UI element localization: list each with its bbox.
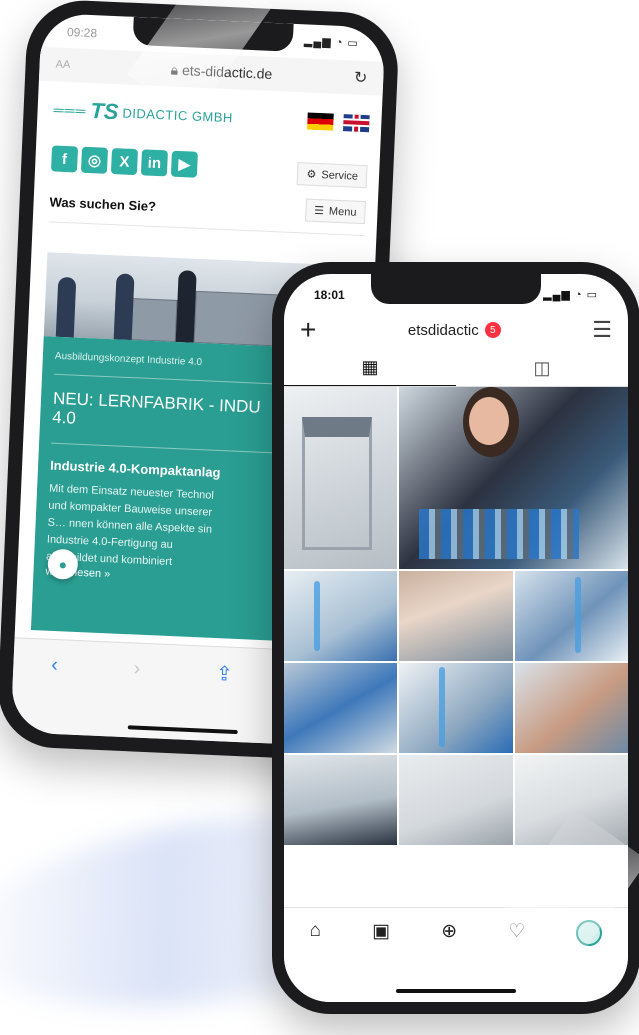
add-icon[interactable]: ⊕ bbox=[441, 920, 457, 943]
instagram-screen: 18:01 ▂▄▆ ◔ ▭ + etsdidactic 5 ☰ ▦ ◫ ⌂ ▣ … bbox=[284, 274, 628, 1002]
status-time: 09:28 bbox=[66, 24, 98, 41]
facebook-icon[interactable]: f bbox=[50, 145, 79, 173]
hero-person bbox=[55, 276, 77, 338]
photo-tube bbox=[574, 577, 581, 653]
logo-lines: ═══ bbox=[53, 101, 87, 119]
post-thumbnail[interactable] bbox=[284, 663, 398, 753]
share-icon[interactable]: ⇪ bbox=[215, 661, 233, 687]
profile-username[interactable]: etsdidactic 5 bbox=[408, 322, 501, 339]
back-icon[interactable]: ‹ bbox=[51, 654, 59, 677]
phone-notch bbox=[371, 274, 541, 304]
photo-tube bbox=[439, 667, 446, 747]
status-signal-icons: ▂▄▆ ◔ ▭ bbox=[303, 35, 360, 50]
post-thumbnail[interactable] bbox=[514, 755, 628, 845]
xing-icon[interactable]: X bbox=[110, 148, 139, 176]
service-label: Service bbox=[321, 168, 359, 183]
lock-icon: 🔒︎ bbox=[170, 61, 179, 78]
post-thumbnail[interactable] bbox=[284, 755, 398, 845]
post-thumbnail[interactable] bbox=[399, 755, 513, 845]
photo-tube bbox=[314, 581, 320, 651]
menu-button[interactable]: ☰ Menu bbox=[304, 198, 366, 225]
status-time: 18:01 bbox=[314, 288, 345, 302]
bottom-nav: ⌂ ▣ ⊕ ♡ bbox=[284, 907, 628, 1002]
post-thumbnail[interactable] bbox=[284, 387, 398, 569]
logo-company-name: DIDACTIC GMBH bbox=[122, 104, 234, 125]
url-text[interactable]: 🔒︎ ets-didactic.de bbox=[95, 58, 348, 86]
home-indicator[interactable] bbox=[127, 725, 238, 735]
grid-icon: ▦ bbox=[361, 357, 379, 377]
profile-avatar-icon[interactable] bbox=[576, 920, 603, 946]
tagged-icon: ◫ bbox=[533, 357, 551, 378]
gear-icon: ⚙ bbox=[306, 168, 317, 181]
instagram-phone: 18:01 ▂▄▆ ◔ ▭ + etsdidactic 5 ☰ ▦ ◫ ⌂ ▣ … bbox=[272, 262, 639, 1014]
post-thumbnail[interactable] bbox=[284, 571, 398, 661]
photo-machine-parts bbox=[419, 509, 580, 559]
instagram-icon[interactable]: ◎ bbox=[80, 146, 109, 174]
menu-label: Menu bbox=[328, 205, 357, 219]
forward-icon[interactable]: › bbox=[133, 657, 141, 680]
logo-mark: TS bbox=[89, 98, 120, 125]
hero-person bbox=[113, 273, 135, 341]
home-indicator[interactable] bbox=[396, 989, 516, 993]
home-icon[interactable]: ⌂ bbox=[310, 920, 321, 942]
service-button[interactable]: ⚙ Service bbox=[297, 162, 368, 189]
post-grid bbox=[284, 387, 628, 845]
add-post-icon[interactable]: + bbox=[300, 314, 316, 346]
post-thumbnail[interactable] bbox=[514, 663, 628, 753]
reload-icon[interactable]: ↻ bbox=[347, 67, 368, 88]
notification-badge: 5 bbox=[484, 322, 501, 338]
search-label: Was suchen Sie? bbox=[49, 193, 157, 214]
status-signal-icons: ▂▄▆ ◔ ▭ bbox=[543, 289, 598, 301]
hero-person bbox=[175, 270, 197, 343]
post-thumbnail[interactable] bbox=[399, 663, 513, 753]
heart-icon[interactable]: ♡ bbox=[508, 920, 525, 943]
post-thumbnail[interactable] bbox=[399, 571, 513, 661]
hamburger-icon[interactable]: ☰ bbox=[592, 317, 612, 343]
post-thumbnail[interactable] bbox=[514, 571, 628, 661]
username-label: etsdidactic bbox=[407, 321, 479, 339]
german-flag-icon[interactable] bbox=[307, 112, 334, 131]
linkedin-icon[interactable]: in bbox=[140, 149, 168, 177]
profile-header: + etsdidactic 5 ☰ bbox=[284, 310, 628, 350]
tab-tagged[interactable]: ◫ bbox=[456, 350, 628, 386]
training-rig bbox=[302, 417, 372, 550]
post-thumbnail[interactable] bbox=[399, 387, 628, 569]
url-label: ets-didactic.de bbox=[181, 61, 273, 82]
tab-grid[interactable]: ▦ bbox=[284, 350, 456, 386]
reels-icon[interactable]: ▣ bbox=[372, 920, 390, 943]
youtube-icon[interactable]: ▶ bbox=[170, 150, 198, 178]
profile-tabs: ▦ ◫ bbox=[284, 350, 628, 387]
hamburger-icon: ☰ bbox=[313, 204, 325, 218]
text-size-button[interactable]: AA bbox=[55, 58, 95, 72]
uk-flag-icon[interactable] bbox=[343, 113, 370, 132]
